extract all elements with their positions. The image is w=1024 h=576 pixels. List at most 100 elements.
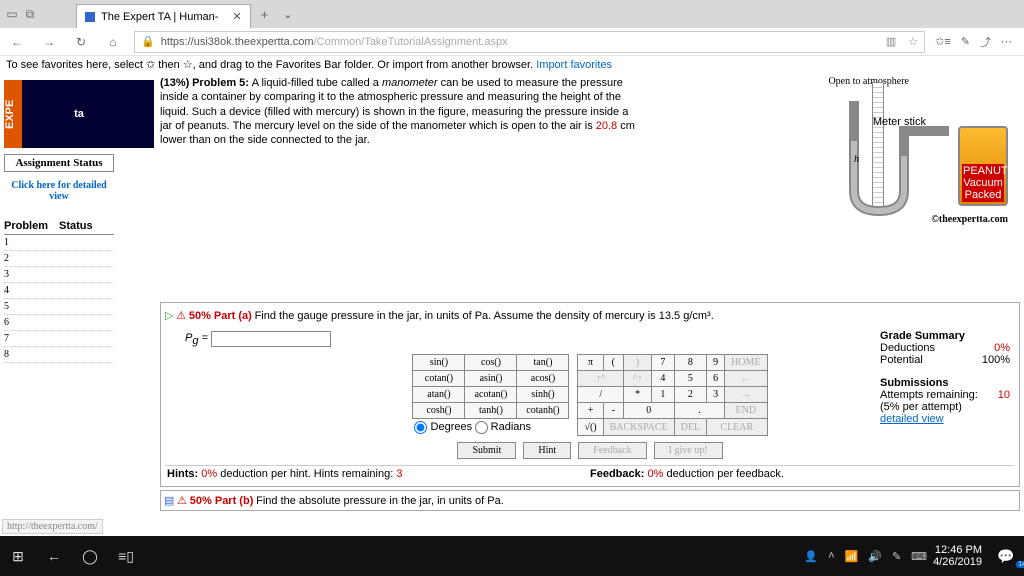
key[interactable]: *	[623, 387, 651, 403]
keyboard-icon[interactable]: ⌨	[911, 550, 927, 563]
submit-button[interactable]: Submit	[457, 442, 516, 459]
degrees-radio[interactable]: Degrees	[414, 421, 472, 433]
key[interactable]: DEL	[674, 419, 706, 435]
key[interactable]: CLEAR	[707, 419, 767, 435]
key[interactable]: 3	[707, 387, 725, 403]
status-link[interactable]: http://theexpertta.com/	[2, 519, 103, 534]
key[interactable]: ↑^	[578, 370, 623, 386]
back-taskbar-icon[interactable]: ←	[36, 548, 72, 564]
key[interactable]: 6	[707, 370, 725, 386]
key[interactable]: tan()	[517, 354, 569, 370]
expand-icon[interactable]: ▷	[165, 310, 173, 322]
key[interactable]: acotan()	[465, 386, 517, 402]
key[interactable]: /	[578, 387, 623, 403]
key[interactable]: ^↑	[623, 370, 651, 386]
feedback-button[interactable]: Feedback	[578, 442, 646, 459]
problem-row[interactable]: 7	[4, 331, 114, 347]
key[interactable]: ←	[725, 370, 767, 386]
key[interactable]: 2	[674, 387, 706, 403]
key[interactable]: √()	[578, 419, 603, 435]
key[interactable]: .	[674, 403, 724, 419]
new-window-icon[interactable]: ⧉	[24, 7, 36, 22]
part-a: ▷ ⚠ 50% Part (a) Find the gauge pressure…	[160, 302, 1020, 486]
pen-icon[interactable]: ✎	[892, 550, 901, 563]
key[interactable]: 0	[623, 403, 674, 419]
tray-up-icon[interactable]: ˄	[828, 550, 834, 562]
back-button[interactable]: ←	[6, 35, 28, 49]
key[interactable]: atan()	[413, 386, 465, 402]
favicon-icon	[85, 12, 95, 22]
key[interactable]: BACKSPACE	[603, 419, 674, 435]
forward-button[interactable]: →	[38, 35, 60, 49]
add-favorites-icon[interactable]: ✩≡	[935, 35, 951, 48]
grade-summary: Grade Summary Deductions0% Potential100%…	[880, 330, 1010, 425]
key[interactable]: cos()	[465, 354, 517, 370]
grade-detailed-link[interactable]: detailed view	[880, 413, 944, 425]
problem-row[interactable]: 8	[4, 347, 114, 363]
key[interactable]: 4	[652, 370, 674, 386]
wifi-icon[interactable]: 📶	[845, 550, 859, 563]
problem-row[interactable]: 2	[4, 251, 114, 267]
browser-tab[interactable]: The Expert TA | Human- ✕	[76, 4, 251, 28]
key[interactable]: 8	[674, 354, 706, 370]
problem-row[interactable]: 3	[4, 267, 114, 283]
key[interactable]: π	[578, 354, 603, 370]
key[interactable]: +	[578, 403, 603, 419]
problem-row[interactable]: 5	[4, 299, 114, 315]
problem-row[interactable]: 6	[4, 315, 114, 331]
key[interactable]: 9	[707, 354, 725, 370]
people-icon[interactable]: 👤	[804, 550, 818, 563]
key[interactable]: 7	[652, 354, 674, 370]
key[interactable]: asin()	[465, 370, 517, 386]
address-box[interactable]: 🔒 https://usi38ok.theexpertta.com/Common…	[134, 31, 925, 53]
favorite-star-icon[interactable]: ☆	[902, 35, 918, 48]
start-button[interactable]: ⊞	[0, 548, 36, 565]
volume-icon[interactable]: 🔊	[868, 550, 882, 563]
key[interactable]: cotan()	[413, 370, 465, 386]
key[interactable]: -	[603, 403, 623, 419]
tab-title: The Expert TA | Human-	[101, 11, 218, 23]
key[interactable]: cotanh()	[517, 402, 569, 418]
key[interactable]: HOME	[725, 354, 767, 370]
key[interactable]: sin()	[413, 354, 465, 370]
tabs-menu-icon[interactable]: ⌄	[278, 8, 292, 21]
collapse-icon[interactable]: ▤	[164, 495, 174, 507]
key[interactable]: cosh()	[413, 402, 465, 418]
key[interactable]: →	[725, 387, 767, 403]
problem-table-header: ProblemStatus	[4, 220, 114, 235]
answer-input[interactable]	[211, 331, 331, 347]
lock-icon: 🔒	[141, 35, 155, 48]
system-tray: 👤 ˄ 📶 🔊 ✎ ⌨	[798, 550, 933, 563]
action-center-icon[interactable]: 💬	[988, 548, 1024, 565]
refresh-button[interactable]: ↻	[70, 35, 92, 49]
import-favorites-link[interactable]: Import favorites	[536, 59, 612, 71]
key[interactable]: sinh()	[517, 386, 569, 402]
key[interactable]: END	[725, 403, 767, 419]
warn-icon: ⚠	[176, 310, 186, 322]
key[interactable]: acos()	[517, 370, 569, 386]
new-tab-button[interactable]: +	[251, 7, 279, 22]
radians-radio[interactable]: Radians	[475, 421, 531, 433]
more-icon[interactable]: ⋯	[1001, 35, 1012, 48]
tab-overview-icon[interactable]: ▭	[6, 7, 18, 22]
sidebar: EXPE ta Assignment Status Click here for…	[0, 76, 160, 534]
giveup-button[interactable]: I give up!	[654, 442, 723, 459]
taskview-icon[interactable]: ≡▯	[108, 548, 144, 565]
hint-button[interactable]: Hint	[523, 442, 571, 459]
key[interactable]: 1	[652, 387, 674, 403]
problem-row[interactable]: 1	[4, 235, 114, 251]
reading-view-icon[interactable]: ▥	[886, 35, 896, 48]
share-icon[interactable]: ⤴	[980, 34, 991, 50]
key[interactable]: tanh()	[465, 402, 517, 418]
key[interactable]: )	[623, 354, 651, 370]
notes-icon[interactable]: ✎	[961, 35, 970, 48]
problem-row[interactable]: 4	[4, 283, 114, 299]
clock[interactable]: 12:46 PM4/26/2019	[933, 544, 988, 568]
key[interactable]: 5	[674, 370, 706, 386]
home-button[interactable]: ⌂	[102, 35, 124, 49]
tab-close-icon[interactable]: ✕	[224, 10, 241, 23]
key[interactable]: (	[603, 354, 623, 370]
detailed-view-link[interactable]: Click here for detailed view	[4, 180, 114, 202]
copyright: ©theexpertta.com	[931, 214, 1008, 225]
cortana-icon[interactable]: ◯	[72, 548, 108, 565]
